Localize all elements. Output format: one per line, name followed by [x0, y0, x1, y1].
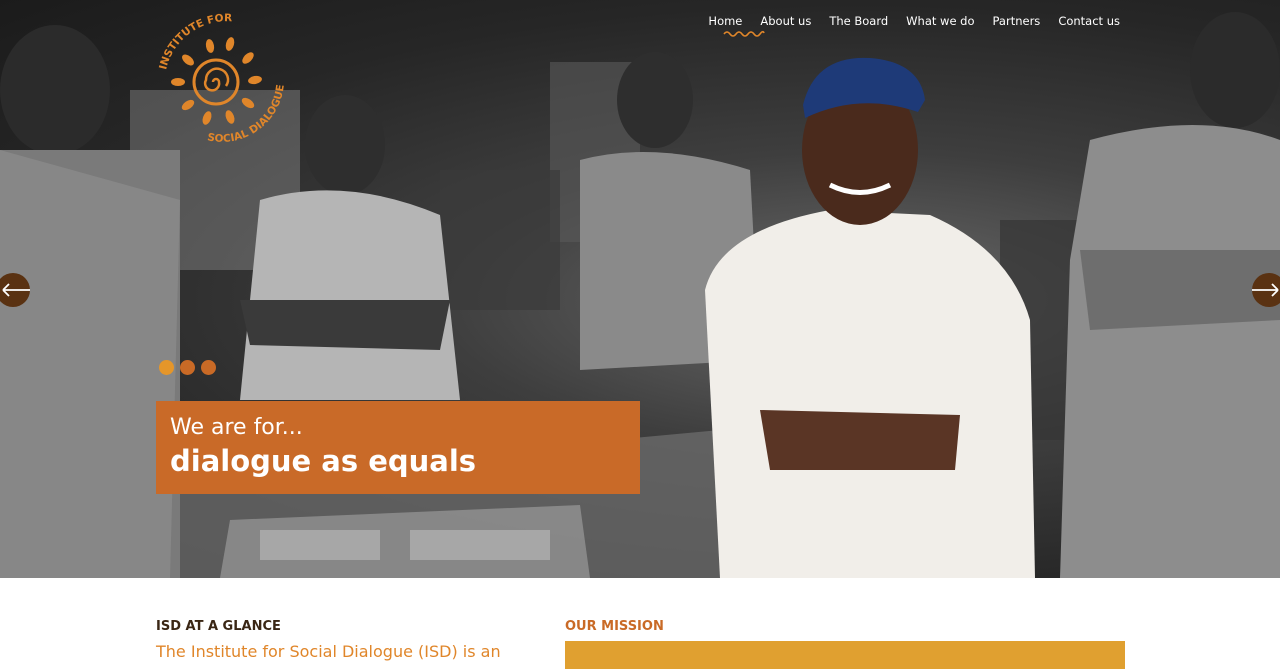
nav-what-we-do[interactable]: What we do [906, 12, 974, 30]
active-nav-squiggle-icon [723, 30, 765, 37]
glance-text: The Institute for Social Dialogue (ISD) … [156, 642, 501, 661]
slider-dot-2[interactable] [180, 360, 195, 375]
logo-bottom-text: SOCIAL DIALOGUE [206, 84, 287, 145]
slider-prev-button[interactable] [0, 273, 30, 307]
main-nav: Home About us The Board What we do Partn… [708, 12, 1120, 30]
nav-contact-us[interactable]: Contact us [1058, 12, 1120, 30]
slider-dot-3[interactable] [201, 360, 216, 375]
logo-sun-icon [171, 37, 262, 125]
slider-pagination [159, 360, 216, 375]
arrow-right-icon [1252, 283, 1279, 297]
hero-slider: INSTITUTE FOR SOCIAL DIALOGUE Home About… [0, 0, 1280, 578]
hero-caption-small: We are for... [170, 415, 303, 440]
nav-home[interactable]: Home [708, 12, 742, 30]
mission-title: OUR MISSION [565, 619, 664, 634]
mission-box [565, 641, 1125, 669]
slider-dot-1[interactable] [159, 360, 174, 375]
isd-logo[interactable]: INSTITUTE FOR SOCIAL DIALOGUE [152, 12, 294, 160]
glance-title: ISD AT A GLANCE [156, 619, 281, 634]
nav-partners[interactable]: Partners [993, 12, 1041, 30]
nav-about-us[interactable]: About us [760, 12, 811, 30]
hero-caption: We are for... dialogue as equals [156, 401, 640, 494]
nav-the-board[interactable]: The Board [829, 12, 888, 30]
slider-next-button[interactable] [1252, 273, 1280, 307]
svg-text:SOCIAL DIALOGUE: SOCIAL DIALOGUE [206, 84, 287, 145]
arrow-left-icon [2, 283, 30, 297]
hero-caption-big: dialogue as equals [170, 444, 477, 478]
